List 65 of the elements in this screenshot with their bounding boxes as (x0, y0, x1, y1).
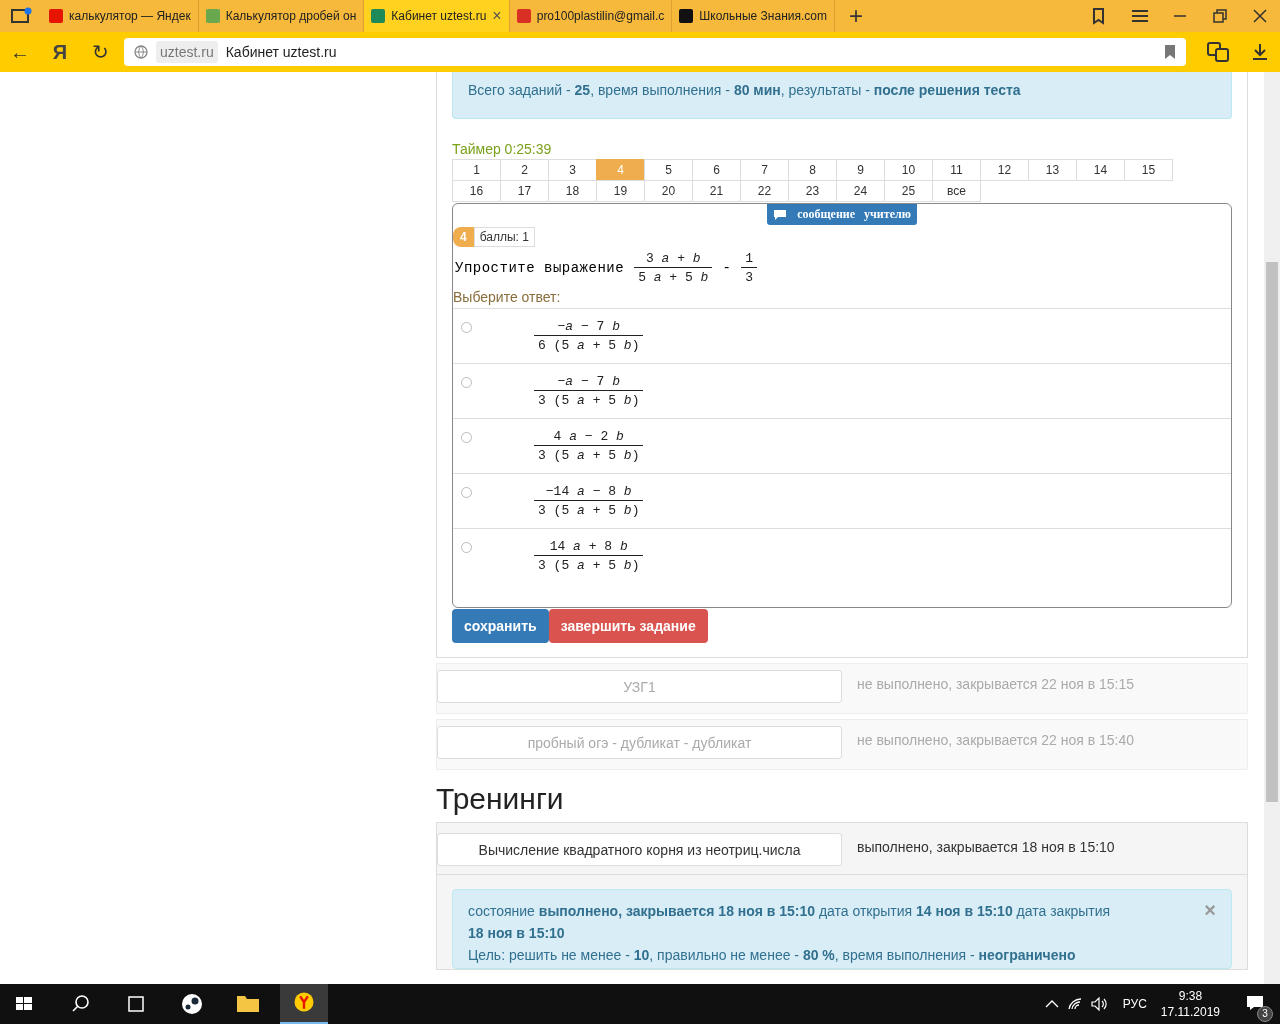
address-field[interactable]: uztest.ru Кабинет uztest.ru (124, 38, 1186, 66)
tabs-icon[interactable] (10, 7, 32, 25)
answer-fraction: −a − 7 b 3 (5 a + 5 b) (534, 374, 644, 408)
download-icon[interactable] (1250, 42, 1270, 62)
question-number-tab[interactable]: 5 (644, 159, 693, 181)
browser-icon[interactable] (280, 984, 328, 1024)
clock-time[interactable]: 9:38 (1178, 989, 1203, 1003)
minus-sign: - (722, 260, 732, 276)
question-number-tab[interactable]: 16 (452, 180, 501, 202)
question-number-tab[interactable]: 12 (980, 159, 1029, 181)
new-tab-button[interactable]: + (848, 2, 863, 30)
question-number-tab[interactable]: 13 (1028, 159, 1077, 181)
question-number-tab[interactable]: 19 (596, 180, 645, 202)
yandex-button[interactable]: Я (40, 40, 80, 64)
info-line: Цель: решить не менее - 10, правильно не менее - 80 %, время выполнения - неограничено (468, 946, 1077, 965)
section-heading: Тренинги (436, 782, 565, 816)
answer-prompt: Выберите ответ: (453, 289, 562, 305)
site-icon (205, 9, 220, 23)
back-button[interactable]: ← (0, 40, 40, 64)
test-status: не выполнено, закрывается 22 ноя в 15:40 (857, 732, 1135, 748)
training-status: выполнено, закрывается 18 ноя в 15:10 (857, 839, 1115, 855)
scrollbar[interactable] (1264, 72, 1280, 984)
bookmark-icon[interactable] (1164, 45, 1176, 59)
points-label: баллы: 1 (473, 227, 535, 247)
domain-label: uztest.ru (156, 41, 218, 63)
answer-fraction: −a − 7 b 6 (5 a + 5 b) (534, 319, 644, 353)
protect-icon[interactable] (1206, 41, 1230, 63)
restore-icon[interactable] (1210, 6, 1230, 26)
chevron-up-icon[interactable] (1044, 999, 1059, 1009)
notification-count: 3 (1257, 1005, 1273, 1022)
speaker-icon[interactable] (1090, 997, 1109, 1011)
fraction: 3 a + b 5 a + 5 b (634, 251, 713, 285)
fraction: 1 3 (741, 251, 758, 285)
wifi-icon[interactable] (1066, 997, 1083, 1011)
browser-tab[interactable]: Кабинет uztest.ru × (364, 0, 510, 32)
finish-task-button[interactable]: завершить задание (548, 609, 708, 643)
question-number-tab[interactable]: 15 (1124, 159, 1173, 181)
notifications-icon[interactable] (1246, 994, 1264, 1011)
language-indicator[interactable]: РУС (1122, 997, 1147, 1011)
site-icon (679, 9, 694, 23)
globe-icon (134, 45, 148, 59)
message-teacher-button[interactable]: сообщение учителю (767, 204, 917, 225)
question-number-tab[interactable]: все (932, 180, 981, 202)
close-tab-button[interactable]: × (492, 7, 502, 25)
test-summary: Всего заданий - 25, время выполнения - 80 мин, результаты - после решения теста (452, 72, 1232, 119)
reload-button[interactable]: ↻ (80, 40, 120, 64)
question-number-tab[interactable]: 1 (452, 159, 501, 181)
site-icon (49, 9, 63, 23)
speech-bubble-icon (773, 208, 788, 221)
info-line: состояние выполнено, закрывается 18 ноя в 15:10 дата открытия 14 ноя в 15:10 дата закрытия (468, 902, 1112, 921)
answer-fraction: 4 a − 2 b 3 (5 a + 5 b) (534, 429, 644, 463)
answer-fraction: −14 a − 8 b 3 (5 a + 5 b) (534, 484, 644, 518)
info-line: 18 ноя в 15:10 (468, 924, 566, 943)
question-number-badge: 4 (453, 227, 474, 247)
save-button[interactable]: сохранить (452, 609, 549, 643)
timer: Таймер 0:25:39 (452, 141, 553, 157)
test-status: не выполнено, закрывается 22 ноя в 15:15 (857, 676, 1135, 692)
question-number-tab[interactable]: 14 (1076, 159, 1125, 181)
site-icon (516, 9, 531, 23)
training-button[interactable]: Вычисление квадратного корня из неотриц.числа (437, 833, 842, 866)
answer-fraction: 14 a + 8 b 3 (5 a + 5 b) (534, 539, 644, 573)
question-text: Упростите выражение (455, 260, 625, 276)
page-title: Кабинет uztest.ru (225, 44, 337, 60)
site-icon (371, 9, 386, 23)
clock-date[interactable]: 17.11.2019 (1160, 1005, 1220, 1019)
